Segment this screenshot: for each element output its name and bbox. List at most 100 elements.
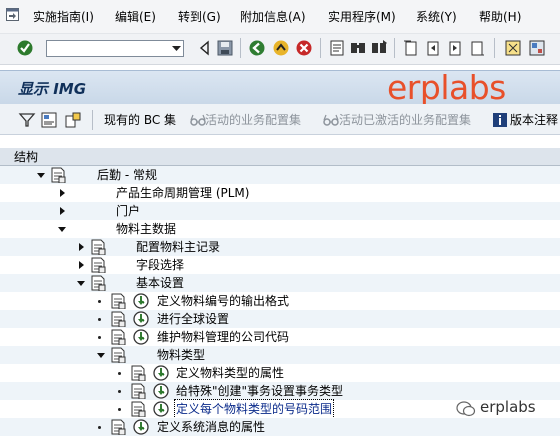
document-icon[interactable] [110, 311, 126, 327]
execute-clock-icon[interactable] [153, 383, 169, 399]
generate-shortcut-icon[interactable] [528, 39, 546, 57]
tree-row[interactable]: 基本设置 [0, 274, 560, 292]
collapsed-arrow-icon[interactable] [76, 242, 86, 252]
tree-row[interactable]: 物料类型 [0, 346, 560, 364]
document-icon[interactable] [90, 275, 106, 291]
window-menu-icon[interactable] [6, 8, 19, 21]
first-page-icon[interactable] [402, 39, 420, 57]
tree-node-label[interactable]: 字段选择 [136, 256, 184, 274]
release-notes-button[interactable]: 版本注释 [510, 112, 558, 128]
tree-row[interactable]: 产品生命周期管理 (PLM) [0, 184, 560, 202]
tree-row[interactable]: 物料主数据 [0, 220, 560, 238]
tree-row[interactable]: 门户 [0, 202, 560, 220]
tree-row[interactable]: 字段选择 [0, 256, 560, 274]
find-next-icon[interactable] [370, 39, 388, 57]
documentation-icon[interactable] [40, 111, 58, 129]
tree-node-label[interactable]: 定义每个物料类型的号码范围 [173, 399, 335, 419]
collapsed-arrow-icon[interactable] [57, 206, 67, 216]
document-icon[interactable] [130, 401, 146, 417]
collapsed-arrow-icon[interactable] [76, 260, 86, 270]
menu-utilities[interactable]: 实用程序(M) [328, 8, 396, 26]
where-used-icon[interactable] [64, 111, 82, 129]
expanded-arrow-icon[interactable] [57, 224, 67, 234]
exit-icon[interactable] [272, 39, 290, 57]
tree-row[interactable]: 进行全球设置 [0, 310, 560, 328]
document-icon[interactable] [110, 419, 126, 435]
menu-edit[interactable]: 编辑(E) [115, 8, 156, 26]
expanded-arrow-icon[interactable] [36, 170, 46, 180]
menu-extras[interactable]: 附加信息(A) [240, 8, 306, 26]
tree-node-label[interactable]: 物料类型 [157, 346, 205, 364]
execute-clock-icon[interactable] [153, 365, 169, 381]
tree-node-label[interactable]: 基本设置 [136, 274, 184, 292]
tree-header-label: 结构 [14, 150, 39, 164]
menu-implementation-guide[interactable]: 实施指南(I) [33, 8, 94, 26]
info-icon [493, 113, 507, 127]
collapse-left-icon[interactable] [196, 39, 214, 57]
document-icon[interactable] [90, 257, 106, 273]
watermark: erplabs [387, 68, 506, 107]
print-icon[interactable] [328, 39, 346, 57]
previous-page-icon[interactable] [424, 39, 442, 57]
document-icon[interactable] [90, 239, 106, 255]
tree-node-label[interactable]: 维护物料管理的公司代码 [157, 328, 289, 346]
tree-node-label[interactable]: 产品生命周期管理 (PLM) [116, 184, 249, 202]
execute-clock-icon[interactable] [133, 293, 149, 309]
tree-row[interactable]: 给特殊"创建"事务设置事务类型 [0, 382, 560, 400]
document-icon[interactable] [110, 293, 126, 309]
collapsed-arrow-icon[interactable] [57, 188, 67, 198]
last-page-icon[interactable] [468, 39, 486, 57]
menu-system[interactable]: 系统(Y) [416, 8, 457, 26]
active-bc-sets-button[interactable]: 活动的业务配置集 [205, 112, 301, 128]
tree-node-label[interactable]: 进行全球设置 [157, 310, 229, 328]
tree-node-label[interactable]: 配置物料主记录 [136, 238, 220, 256]
document-icon[interactable] [130, 365, 146, 381]
enter-check-icon[interactable] [16, 39, 34, 57]
tree-node-label[interactable]: 定义系统消息的属性 [157, 418, 265, 436]
leaf-bullet [98, 426, 101, 429]
expanded-arrow-icon[interactable] [96, 350, 106, 360]
existing-bc-sets-button[interactable]: 现有的 BC 集 [104, 112, 176, 128]
expanded-arrow-icon[interactable] [76, 278, 86, 288]
tree-node-label[interactable]: 给特殊"创建"事务设置事务类型 [176, 382, 343, 400]
tree-node-label[interactable]: 物料主数据 [116, 220, 176, 238]
leaf-bullet [118, 372, 121, 375]
menu-help[interactable]: 帮助(H) [479, 8, 521, 26]
execute-clock-icon[interactable] [133, 311, 149, 327]
tree-row[interactable]: 维护物料管理的公司代码 [0, 328, 560, 346]
tree-node-label[interactable]: 定义物料类型的属性 [176, 364, 284, 382]
back-icon[interactable] [248, 39, 266, 57]
document-icon[interactable] [110, 329, 126, 345]
toolbar-separator [92, 110, 93, 130]
next-page-icon[interactable] [446, 39, 464, 57]
tree-row[interactable]: 配置物料主记录 [0, 238, 560, 256]
tree-node-label[interactable]: 后勤 - 常规 [97, 166, 157, 184]
document-icon[interactable] [50, 167, 66, 183]
document-icon[interactable] [130, 383, 146, 399]
tree-row-selected[interactable]: 定义每个物料类型的号码范围 [0, 399, 560, 419]
tree-node-label[interactable]: 定义物料编号的输出格式 [157, 292, 289, 310]
document-icon[interactable] [110, 347, 126, 363]
tree-column-header [0, 148, 560, 166]
leaf-bullet [98, 336, 101, 339]
command-field[interactable] [46, 40, 184, 57]
tree-row[interactable]: 后勤 - 常规 [0, 166, 560, 184]
toolbar-separator [240, 38, 241, 58]
execute-clock-icon[interactable] [133, 329, 149, 345]
tree-row[interactable]: 定义物料类型的属性 [0, 364, 560, 382]
find-icon[interactable] [349, 39, 367, 57]
expand-filter-icon[interactable] [18, 111, 36, 129]
execute-clock-icon[interactable] [133, 419, 149, 435]
tree-row[interactable]: 定义物料编号的输出格式 [0, 292, 560, 310]
leaf-bullet [118, 390, 121, 393]
command-field-dropdown-icon[interactable] [170, 41, 183, 56]
tree-node-label[interactable]: 门户 [116, 202, 140, 220]
save-icon[interactable] [216, 39, 234, 57]
menu-goto[interactable]: 转到(G) [178, 8, 221, 26]
execute-clock-icon[interactable] [153, 401, 169, 417]
cancel-icon[interactable] [295, 39, 313, 57]
create-session-icon[interactable] [504, 39, 522, 57]
activated-bc-sets-button[interactable]: 活动已激活的业务配置集 [339, 112, 471, 128]
footer-watermark: erplabs [480, 398, 536, 416]
tree-row[interactable]: 定义系统消息的属性 [0, 418, 560, 436]
